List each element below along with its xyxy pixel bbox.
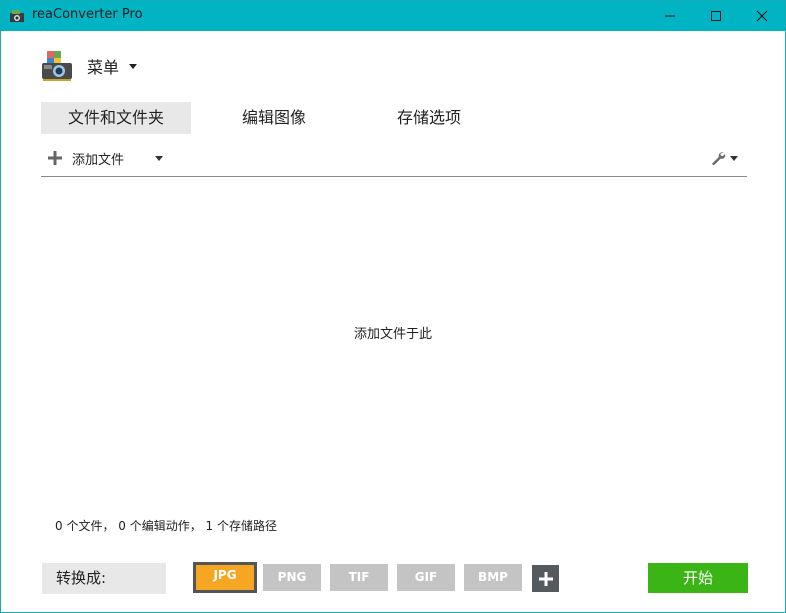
tab-save-options[interactable]: 存储选项 <box>369 102 489 134</box>
tab-edit-images[interactable]: 编辑图像 <box>214 102 334 134</box>
start-button[interactable]: 开始 <box>648 563 748 593</box>
add-files-button[interactable]: 添加文件 <box>48 148 164 168</box>
file-drop-area[interactable] <box>41 178 747 508</box>
status-summary: 0 个文件， 0 个编辑动作， 1 个存储路径 <box>55 519 277 533</box>
format-button-jpg[interactable]: JPG <box>193 562 257 593</box>
format-button-tif[interactable]: TIF <box>330 564 388 591</box>
drop-hint: 添加文件于此 <box>353 327 432 342</box>
add-files-chevron-down-icon <box>155 155 164 161</box>
close-icon <box>756 10 768 22</box>
minimize-icon <box>665 15 675 17</box>
format-button-gif[interactable]: GIF <box>397 564 455 591</box>
maximize-button[interactable] <box>693 1 739 31</box>
menu-label: 菜单 <box>87 58 120 77</box>
main-menu[interactable]: 菜单 <box>41 49 138 83</box>
wrench-icon <box>712 152 726 166</box>
add-files-label: 添加文件 <box>72 152 125 168</box>
minimize-button[interactable] <box>647 1 693 31</box>
app-window: reaConverter Pro 菜单 文件和文件夹 编辑图像 存储选项 添加文… <box>0 0 786 613</box>
add-format-button[interactable] <box>532 565 559 592</box>
convert-to-label: 转换成: <box>42 563 166 594</box>
app-icon <box>10 10 24 22</box>
camera-logo-icon <box>42 51 72 81</box>
maximize-icon <box>711 11 721 21</box>
plus-icon <box>538 571 553 586</box>
settings-menu-button[interactable] <box>710 149 738 167</box>
window-title: reaConverter Pro <box>32 7 143 22</box>
toolbar-divider <box>41 176 747 177</box>
settings-chevron-down-icon <box>730 155 738 161</box>
title-bar[interactable]: reaConverter Pro <box>1 1 785 31</box>
format-button-png[interactable]: PNG <box>263 564 321 591</box>
plus-icon <box>48 151 62 165</box>
format-button-bmp[interactable]: BMP <box>464 564 522 591</box>
tab-files-and-folders[interactable]: 文件和文件夹 <box>41 102 191 134</box>
menu-chevron-down-icon <box>129 63 138 69</box>
close-button[interactable] <box>739 1 785 31</box>
